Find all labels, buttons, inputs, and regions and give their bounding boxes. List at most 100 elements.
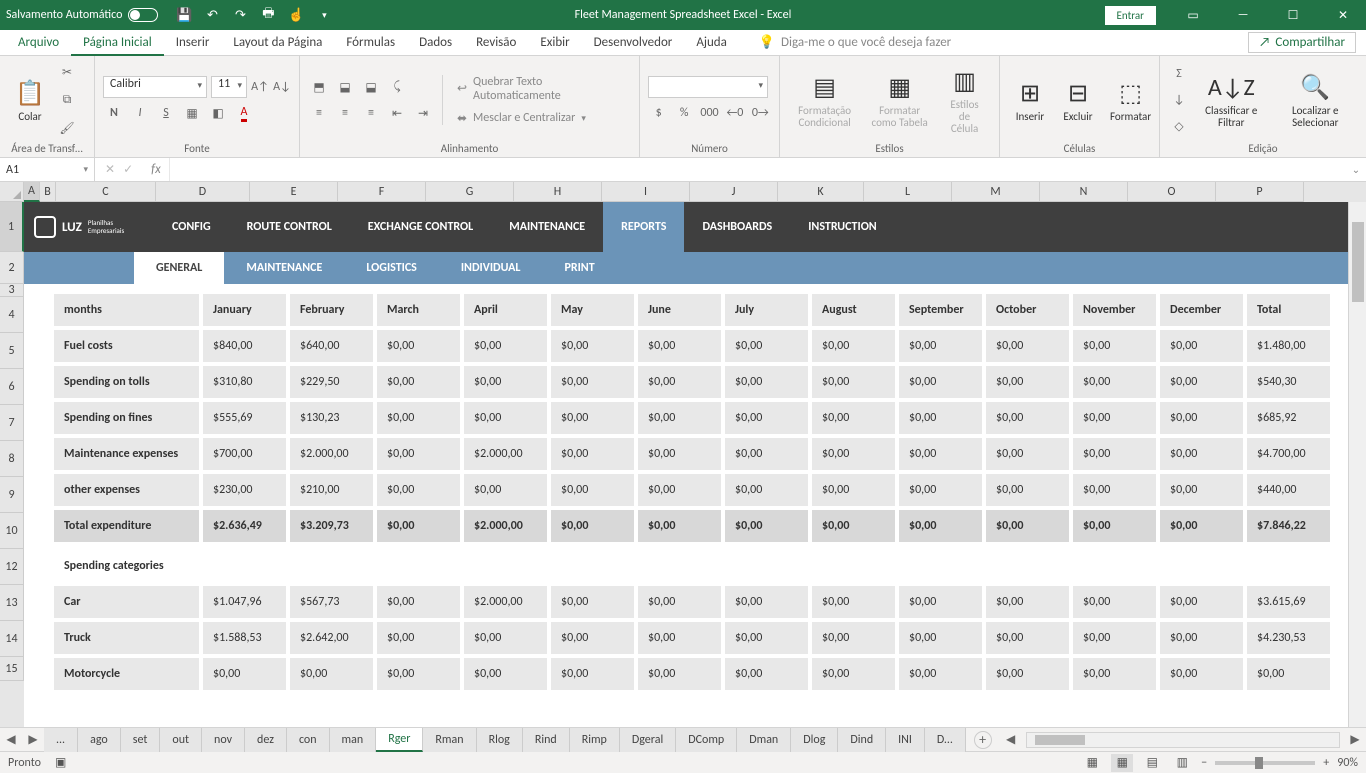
tab-view[interactable]: Exibir xyxy=(528,30,581,56)
tab-formulas[interactable]: Fórmulas xyxy=(334,30,407,56)
col-header-H[interactable]: H xyxy=(514,182,602,202)
align-left-icon[interactable]: ≡ xyxy=(308,102,330,124)
nav-config[interactable]: CONFIG xyxy=(154,202,229,252)
undo-icon[interactable]: ↶ xyxy=(204,7,220,23)
cancel-formula-icon[interactable]: ✕ xyxy=(105,162,115,177)
col-header-L[interactable]: L xyxy=(864,182,952,202)
subtab-print[interactable]: PRINT xyxy=(542,252,616,284)
row-header-10[interactable]: 10 xyxy=(0,513,24,549)
tab-insert[interactable]: Inserir xyxy=(164,30,222,56)
sheet-tab-Rger[interactable]: Rger xyxy=(376,728,423,752)
page-break-view-icon[interactable]: ▥ xyxy=(1171,754,1193,772)
col-header-D[interactable]: D xyxy=(156,182,250,202)
col-header-F[interactable]: F xyxy=(338,182,426,202)
row-header-4[interactable]: 4 xyxy=(0,297,24,333)
tab-scroll-right2-icon[interactable]: ▶ xyxy=(1344,732,1366,747)
col-header-I[interactable]: I xyxy=(602,182,690,202)
increase-decimal-icon[interactable]: ←0 xyxy=(724,102,745,124)
underline-button[interactable]: S xyxy=(155,102,177,124)
orientation-icon[interactable]: ⤹ xyxy=(386,76,408,98)
decrease-decimal-icon[interactable]: 0→ xyxy=(750,102,771,124)
accounting-icon[interactable]: $ xyxy=(648,102,669,124)
sheet-tab-D…[interactable]: D… xyxy=(925,728,966,752)
col-header-K[interactable]: K xyxy=(778,182,864,202)
sheet-tab-Dlog[interactable]: Dlog xyxy=(791,728,838,752)
nav-route-control[interactable]: ROUTE CONTROL xyxy=(229,202,350,252)
paste-button[interactable]: 📋 Colar xyxy=(8,73,52,127)
col-header-M[interactable]: M xyxy=(952,182,1040,202)
normal-view-icon[interactable]: ▦ xyxy=(1111,754,1133,772)
tab-developer[interactable]: Desenvolvedor xyxy=(582,30,685,56)
col-header-O[interactable]: O xyxy=(1128,182,1216,202)
tab-scroll-left2-icon[interactable]: ◀ xyxy=(1000,732,1022,747)
sheet-tab-dez[interactable]: dez xyxy=(245,728,287,752)
zoom-slider[interactable] xyxy=(1215,761,1315,765)
sheet-tab-Dgeral[interactable]: Dgeral xyxy=(620,728,676,752)
cut-icon[interactable]: ✂ xyxy=(56,61,78,83)
sheet-tab-Rlog[interactable]: Rlog xyxy=(477,728,523,752)
page-layout-view-icon[interactable]: ▤ xyxy=(1141,754,1163,772)
name-box[interactable]: A1 xyxy=(0,158,95,181)
touch-icon[interactable]: ☝ xyxy=(288,7,304,23)
font-color-icon[interactable]: A xyxy=(233,102,255,124)
format-painter-icon[interactable]: 🖌 xyxy=(56,117,78,139)
fill-color-icon[interactable]: ◧ xyxy=(207,102,229,124)
sheet-tab-Dind[interactable]: Dind xyxy=(838,728,886,752)
expand-formula-icon[interactable]: ⌄ xyxy=(1346,163,1366,176)
align-bottom-icon[interactable]: ⬓ xyxy=(360,76,382,98)
autosave-toggle[interactable]: Salvamento Automático xyxy=(6,8,158,22)
col-header-C[interactable]: C xyxy=(56,182,156,202)
clear-icon[interactable]: ◇ xyxy=(1168,115,1190,137)
zoom-in-icon[interactable]: + xyxy=(1323,756,1329,770)
border-icon[interactable]: ▦ xyxy=(181,102,203,124)
row-header-12[interactable]: 12 xyxy=(0,549,24,585)
nav-reports[interactable]: REPORTS xyxy=(603,202,684,252)
find-select-button[interactable]: 🔍Localizar e Selecionar xyxy=(1273,67,1358,133)
select-all-button[interactable] xyxy=(0,182,24,202)
col-header-A[interactable]: A xyxy=(24,182,40,202)
align-right-icon[interactable]: ≡ xyxy=(360,102,382,124)
sort-filter-button[interactable]: A↓ZClassificar e Filtrar xyxy=(1194,67,1269,133)
sheet-tab-...[interactable]: ... xyxy=(44,728,78,752)
format-cells-button[interactable]: ⬚Formatar xyxy=(1104,73,1157,127)
indent-increase-icon[interactable]: ⇥ xyxy=(412,102,434,124)
format-as-table-button[interactable]: ▦Formatar como Tabela xyxy=(865,67,934,133)
insert-cells-button[interactable]: ⊞Inserir xyxy=(1008,73,1052,127)
row-header-15[interactable]: 15 xyxy=(0,657,24,681)
horizontal-scrollbar[interactable] xyxy=(1026,732,1340,748)
sheet-tab-DComp[interactable]: DComp xyxy=(676,728,737,752)
row-header-6[interactable]: 6 xyxy=(0,369,24,405)
bold-button[interactable]: N xyxy=(103,102,125,124)
conditional-format-button[interactable]: ▤Formatação Condicional xyxy=(788,67,861,133)
col-header-B[interactable]: B xyxy=(40,182,56,202)
zoom-out-icon[interactable]: − xyxy=(1201,756,1207,770)
nav-dashboards[interactable]: DASHBOARDS xyxy=(684,202,790,252)
align-center-icon[interactable]: ≡ xyxy=(334,102,356,124)
tell-me-search[interactable]: 💡 Diga-me o que você deseja fazer xyxy=(759,35,951,50)
tab-file[interactable]: Arquivo xyxy=(6,30,71,56)
maximize-icon[interactable]: ☐ xyxy=(1270,0,1316,30)
nav-instruction[interactable]: INSTRUCTION xyxy=(790,202,894,252)
grow-font-icon[interactable]: A↑ xyxy=(251,76,269,98)
quickprint-icon[interactable]: 🖶 xyxy=(260,7,276,23)
vertical-scrollbar[interactable] xyxy=(1348,202,1366,727)
minimize-icon[interactable]: — xyxy=(1220,0,1266,30)
formula-input[interactable] xyxy=(169,158,1346,181)
tab-review[interactable]: Revisão xyxy=(464,30,528,56)
share-button[interactable]: ↗ Compartilhar xyxy=(1248,32,1356,53)
sheet-tab-nov[interactable]: nov xyxy=(202,728,245,752)
sheet-tab-Dman[interactable]: Dman xyxy=(737,728,791,752)
row-header-8[interactable]: 8 xyxy=(0,441,24,477)
row-header-5[interactable]: 5 xyxy=(0,333,24,369)
ribbon-options-icon[interactable]: ▭ xyxy=(1170,0,1216,30)
sheet-tab-Rman[interactable]: Rman xyxy=(423,728,476,752)
row-header-9[interactable]: 9 xyxy=(0,477,24,513)
percent-icon[interactable]: % xyxy=(673,102,694,124)
sheet-tab-Rimp[interactable]: Rimp xyxy=(570,728,620,752)
merge-center-button[interactable]: ⬌Mesclar e Centralizar▾ xyxy=(451,109,631,128)
save-icon[interactable]: 💾 xyxy=(176,7,192,23)
number-format-select[interactable] xyxy=(648,76,768,98)
italic-button[interactable]: I xyxy=(129,102,151,124)
close-icon[interactable]: ✕ xyxy=(1320,0,1366,30)
row-header-14[interactable]: 14 xyxy=(0,621,24,657)
